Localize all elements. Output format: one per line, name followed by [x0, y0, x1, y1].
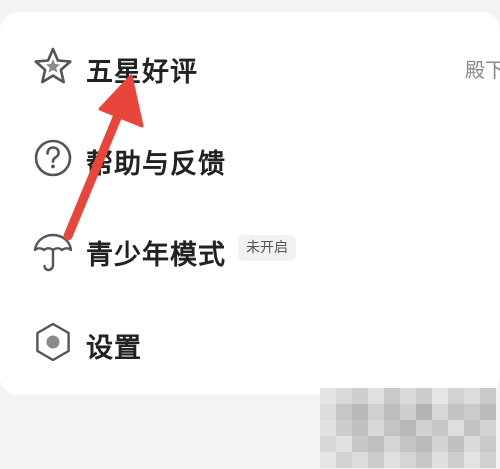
menu-item-youth-mode[interactable]: 青少年模式 未开启: [0, 208, 500, 288]
pixelated-area: [320, 388, 500, 469]
menu-item-label: 五星好评: [86, 57, 198, 88]
umbrella-icon: [33, 233, 73, 272]
menu-item-settings[interactable]: 设置: [0, 302, 500, 382]
star-icon: [34, 47, 72, 84]
question-icon: [34, 139, 72, 177]
menu-item-help-feedback[interactable]: 帮助与反馈: [0, 117, 500, 197]
menu-item-label: 设置: [86, 333, 142, 364]
top-strip: [0, 0, 500, 12]
menu-item-right-text: 殿下: [465, 58, 500, 82]
menu-item-label: 帮助与反馈: [86, 149, 226, 180]
hexagon-gear-icon: [36, 322, 70, 362]
menu-item-rate-five-stars[interactable]: 五星好评 殿下: [0, 26, 500, 106]
menu-item-label: 青少年模式: [86, 240, 226, 271]
menu-card: 五星好评 殿下 帮助与反馈 青少年模式 未开启 设置: [0, 12, 500, 395]
status-badge: 未开启: [238, 235, 296, 261]
